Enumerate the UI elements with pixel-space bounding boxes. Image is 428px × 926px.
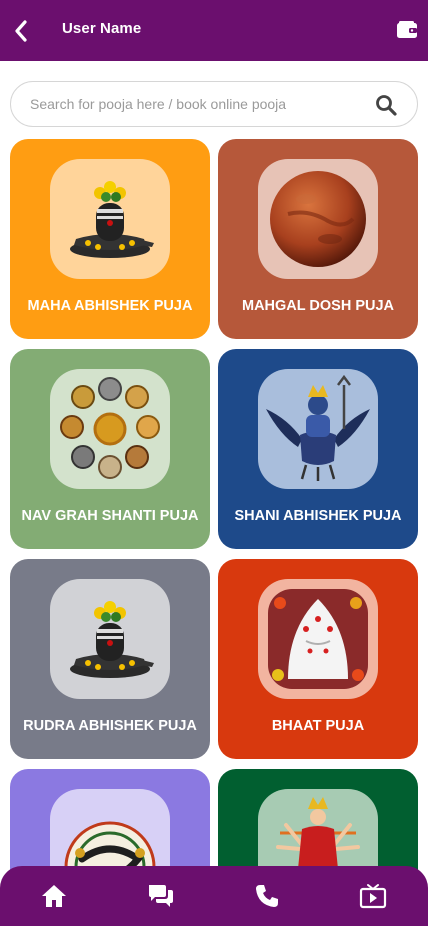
pooja-image-tile [258, 369, 378, 489]
nav-live-tv-button[interactable] [358, 881, 388, 911]
bhaat-deity-image [268, 589, 368, 689]
pooja-card-label: SHANI ABHISHEK PUJA [234, 508, 402, 524]
pooja-image-tile [50, 369, 170, 489]
pooja-image-tile [50, 159, 170, 279]
pooja-card-maha-abhishek[interactable]: MAHA ABHISHEK PUJA [10, 139, 210, 339]
pooja-image-tile [258, 579, 378, 699]
search-input[interactable] [30, 82, 370, 126]
pooja-card-shani-abhishek[interactable]: SHANI ABHISHEK PUJA [218, 349, 418, 549]
pooja-card-label: MAHA ABHISHEK PUJA [27, 298, 193, 314]
pooja-card-mahgal-dosh[interactable]: MAHGAL DOSH PUJA [218, 139, 418, 339]
app-screen: User Name Search for pooja here / book o… [0, 0, 428, 926]
home-icon [42, 885, 66, 907]
page-title: User Name [62, 20, 142, 37]
nav-home-button[interactable] [39, 881, 69, 911]
pooja-image-tile [50, 579, 170, 699]
shivling-image [70, 601, 154, 678]
mars-planet-image [270, 171, 366, 267]
phone-icon [256, 885, 278, 907]
wallet-icon [397, 21, 417, 38]
pooja-card-label: MAHGAL DOSH PUJA [242, 298, 394, 314]
search-bar [10, 81, 418, 127]
top-app-bar: User Name [0, 0, 428, 61]
pooja-card-rudra-abhishek[interactable]: RUDRA ABHISHEK PUJA [10, 559, 210, 759]
pooja-card-label: RUDRA ABHISHEK PUJA [23, 718, 197, 734]
shivling-image [70, 181, 154, 258]
pooja-card-nav-grah-shanti[interactable]: NAV GRAH SHANTI PUJA [10, 349, 210, 549]
nav-chat-button[interactable] [146, 881, 176, 911]
nav-call-button[interactable] [252, 881, 282, 911]
pooja-image-tile [258, 159, 378, 279]
search-icon[interactable] [375, 94, 397, 116]
bottom-navigation-bar [0, 866, 428, 926]
wallet-button[interactable] [396, 19, 418, 41]
navgrah-faces-image [60, 377, 160, 479]
chevron-left-icon [15, 20, 27, 42]
back-button[interactable] [10, 18, 32, 44]
pooja-card-label: NAV GRAH SHANTI PUJA [21, 508, 199, 524]
shani-dev-image [266, 374, 370, 481]
pooja-card-bhaat[interactable]: BHAAT PUJA [218, 559, 418, 759]
chat-icon [149, 885, 173, 907]
pooja-card-label: BHAAT PUJA [271, 718, 365, 734]
tv-icon [359, 884, 387, 909]
